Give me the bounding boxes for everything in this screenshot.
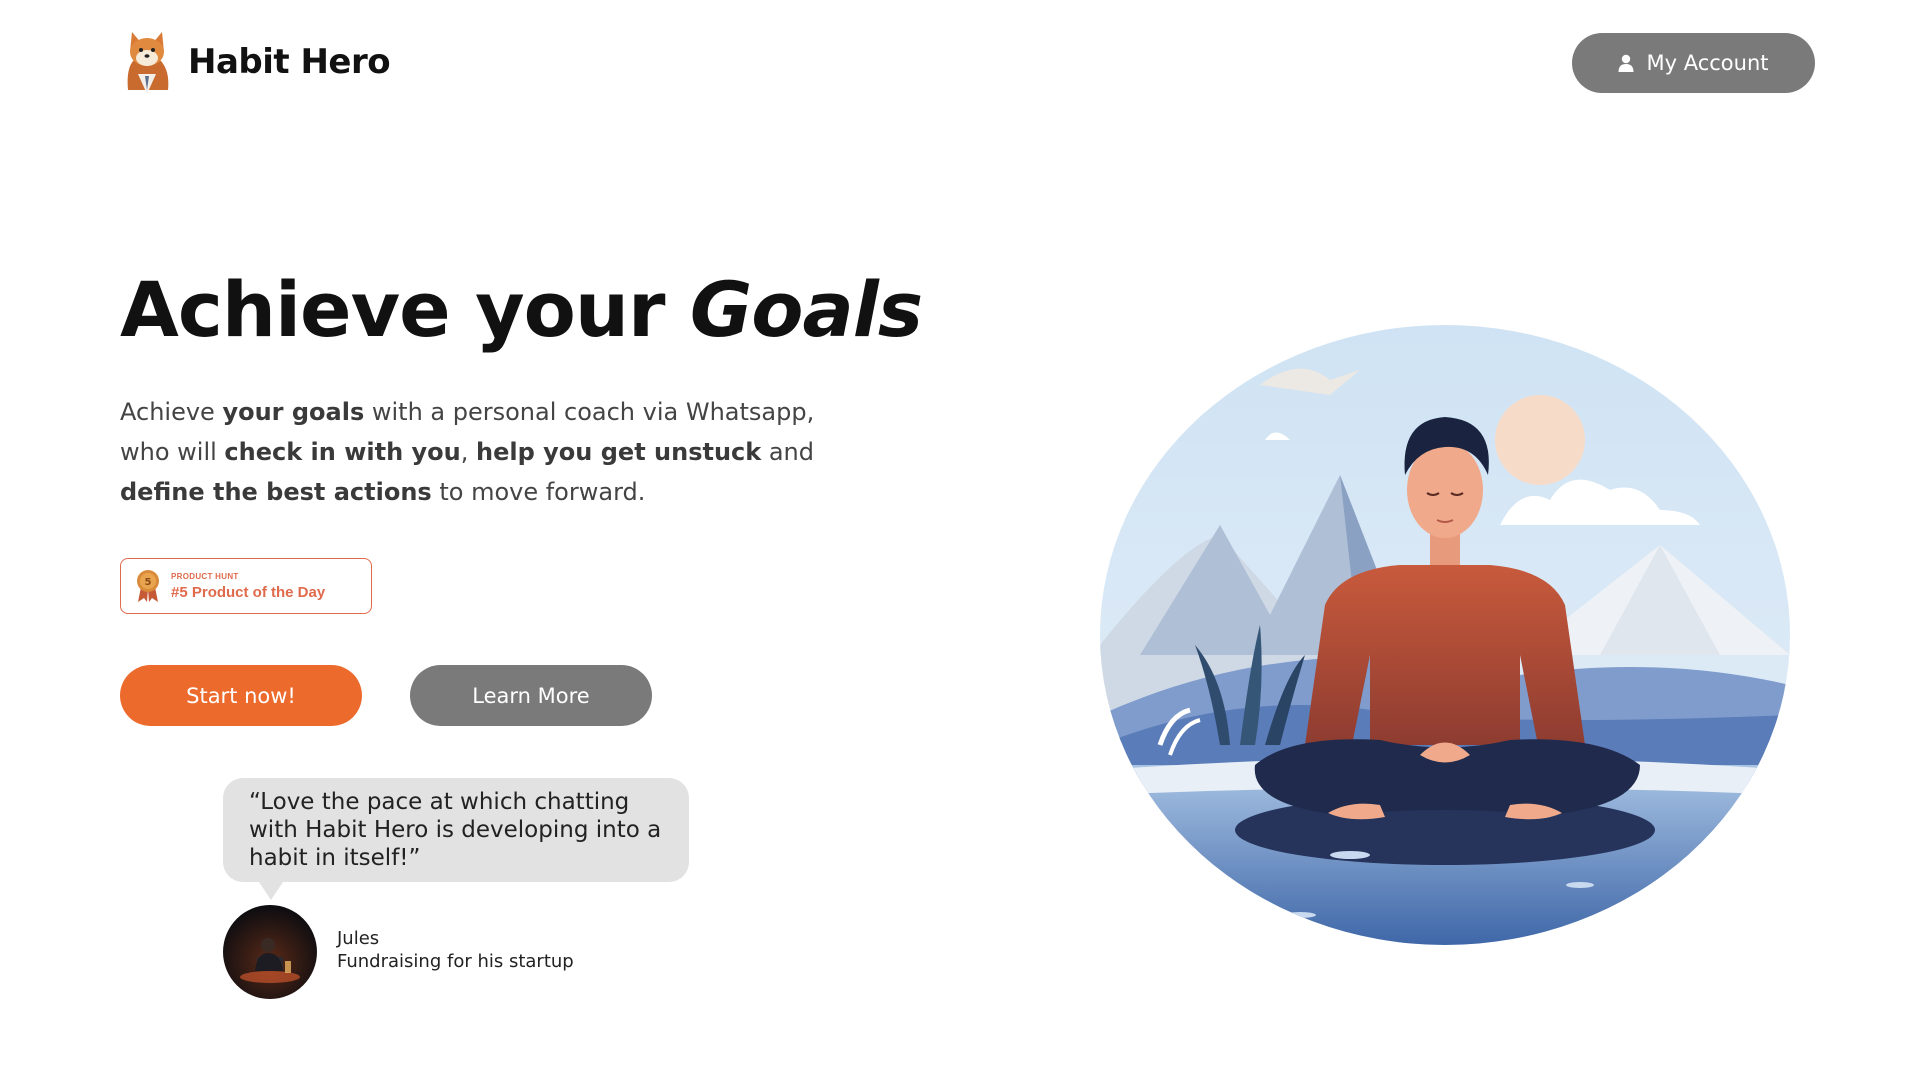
- desc-text-3: ,: [460, 438, 477, 466]
- badge-text: PRODUCT HUNT #5 Product of the Day: [171, 572, 325, 601]
- hero-title: Achieve your Goals: [120, 265, 923, 354]
- meditation-illustration: [1100, 325, 1790, 945]
- desc-bold-3: help you get unstuck: [476, 438, 762, 466]
- brand-name: Habit Hero: [188, 42, 391, 82]
- hero-title-accent: Goals: [689, 265, 923, 354]
- desc-bold-1: your goals: [222, 398, 365, 426]
- my-account-label: My Account: [1646, 51, 1769, 75]
- my-account-button[interactable]: My Account: [1572, 33, 1815, 93]
- quote-bubble: “Love the pace at which chatting with Ha…: [223, 778, 689, 900]
- badge-label: PRODUCT HUNT: [171, 571, 239, 581]
- desc-text-4: and: [761, 438, 814, 466]
- hero-title-prefix: Achieve your: [120, 265, 690, 354]
- medal-rank: 5: [145, 577, 152, 588]
- bubble-tail: [259, 882, 283, 900]
- user-icon: [1618, 54, 1634, 72]
- badge-title: #5 Product of the Day: [171, 583, 326, 601]
- desc-text-1: Achieve: [120, 398, 223, 426]
- medal-icon: 5: [137, 570, 159, 602]
- avatar: [223, 905, 317, 999]
- logo[interactable]: Habit Hero: [120, 30, 391, 94]
- shiba-dog-logo-icon: [127, 32, 169, 94]
- hero-description: Achieve your goals with a personal coach…: [120, 392, 850, 512]
- learn-more-button[interactable]: Learn More: [410, 665, 652, 726]
- testimonial: “Love the pace at which chatting with Ha…: [223, 778, 689, 999]
- start-now-button[interactable]: Start now!: [120, 665, 362, 726]
- desc-bold-2: check in with you: [224, 438, 461, 466]
- desc-text-5: to move forward.: [431, 478, 646, 506]
- testimonial-quote: “Love the pace at which chatting with Ha…: [249, 789, 662, 871]
- author-name: Jules: [337, 928, 380, 949]
- product-hunt-badge[interactable]: 5 PRODUCT HUNT #5 Product of the Day: [120, 558, 372, 614]
- author-role: Fundraising for his startup: [337, 951, 574, 972]
- desc-bold-4: define the best actions: [120, 478, 432, 506]
- header: Habit Hero My Account: [0, 0, 1920, 130]
- testimonial-author: Jules Fundraising for his startup: [337, 927, 574, 973]
